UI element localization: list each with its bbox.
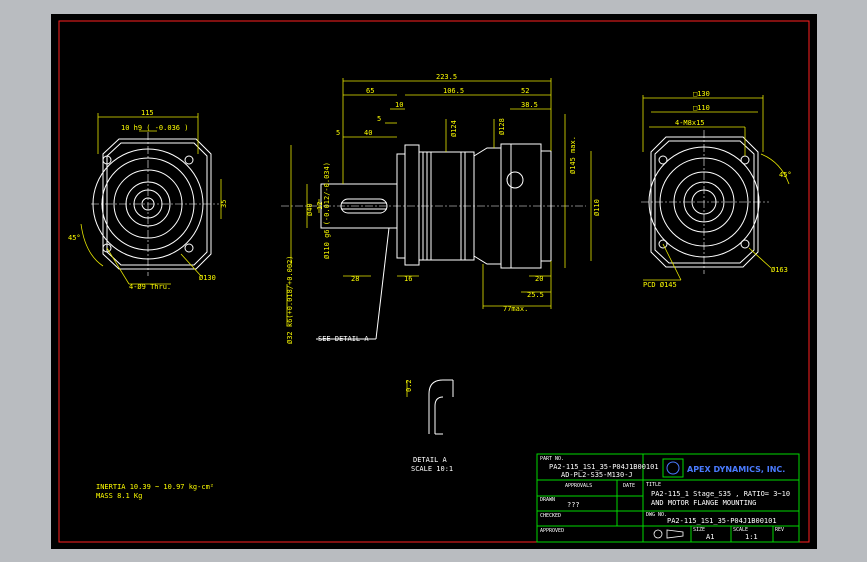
tb-size-label: SIZE bbox=[693, 527, 705, 533]
dim-5b: 5 bbox=[336, 129, 340, 137]
dim-dia-110: Ø110 bbox=[593, 199, 601, 216]
dim-106-5: 106.5 bbox=[443, 87, 464, 95]
dim-45deg-r: 45° bbox=[779, 171, 792, 179]
projection-symbol-icon bbox=[653, 529, 663, 539]
rear-tap-br bbox=[740, 239, 750, 249]
dim-dia-163: Ø163 bbox=[771, 266, 788, 274]
leader-pcd bbox=[662, 243, 682, 281]
projection-cone-icon bbox=[666, 529, 684, 539]
dim-12: 12 bbox=[316, 202, 324, 210]
dim-28: 28 bbox=[351, 275, 359, 283]
tb-part-no-label: PART NO. bbox=[540, 456, 564, 462]
detail-title: DETAIL A bbox=[413, 456, 448, 464]
front-bolt-hole-tr bbox=[184, 155, 194, 165]
dim-10: 10 bbox=[395, 101, 403, 109]
clamp-screw-access bbox=[506, 171, 524, 189]
dim-holes: 4-Ø9 Thru. bbox=[129, 283, 171, 291]
tb-checked: CHECKED bbox=[540, 513, 561, 519]
title-block: PART NO. PA2-115_1S1_35-P04J1B00101 AD-P… bbox=[536, 453, 800, 543]
dim-16: 16 bbox=[404, 275, 412, 283]
tb-rev-label: REV bbox=[775, 527, 784, 533]
mass-note: MASS 8.1 Kg bbox=[96, 492, 142, 500]
dim-dia-128: Ø128 bbox=[498, 118, 506, 135]
detail-profile-inner bbox=[434, 380, 454, 434]
dim-77-max: 77max. bbox=[503, 305, 528, 313]
dim-10-h9: 10 h9 ( -0.036 ) bbox=[121, 124, 188, 132]
detail-leader bbox=[375, 227, 390, 340]
rear-view: □130 □110 4-M8x15 45° Ø163 PCD Ø145 bbox=[641, 90, 792, 289]
inertia-note: INERTIA 10.39 ~ 10.97 kg-cm² bbox=[96, 483, 214, 491]
tb-title-label: TITLE bbox=[646, 482, 661, 488]
dim-65: 65 bbox=[366, 87, 374, 95]
tb-part-no-1: PA2-115_1S1_35-P04J1B00101 bbox=[549, 463, 659, 471]
drawing-viewport[interactable]: 115 10 h9 ( -0.036 ) 35 45° 4-Ø9 Thru. Ø… bbox=[51, 14, 817, 549]
detail-scale: SCALE 10:1 bbox=[411, 465, 453, 473]
application-window: 115 10 h9 ( -0.036 ) 35 45° 4-Ø9 Thru. Ø… bbox=[0, 0, 867, 562]
tb-drawn: DRAWN bbox=[540, 497, 555, 503]
detail-a: 0.2 DETAIL A SCALE 10:1 bbox=[405, 379, 454, 473]
tb-size: A1 bbox=[706, 533, 714, 541]
dim-5: 5 bbox=[377, 115, 381, 123]
dim-pcd: PCD Ø145 bbox=[643, 281, 677, 289]
tb-dwg-no: PA2-115_1S1_35-P04J1B00101 bbox=[667, 517, 777, 525]
dim-20: 20 bbox=[535, 275, 543, 283]
dim-35: 35 bbox=[220, 200, 228, 208]
front-view: 115 10 h9 ( -0.036 ) 35 45° 4-Ø9 Thru. Ø… bbox=[68, 109, 228, 291]
side-view: 223.5 65 106.5 52 38.5 10 5 40 5 Ø124 Ø1… bbox=[281, 73, 601, 344]
dim-dia-40: Ø40 bbox=[306, 203, 314, 216]
dim-40: 40 bbox=[364, 129, 372, 137]
dim-02: 0.2 bbox=[405, 379, 413, 392]
tb-title-2: AND MOTOR FLANGE MOUNTING bbox=[651, 499, 756, 507]
company-logo-icon bbox=[666, 461, 680, 475]
cad-drawing: 115 10 h9 ( -0.036 ) 35 45° 4-Ø9 Thru. Ø… bbox=[58, 20, 810, 543]
dim-dia-110-g6: Ø110 g6 (-0.012/-0.034) bbox=[323, 162, 331, 259]
dim-25-5: 25.5 bbox=[527, 291, 544, 299]
rear-tap-tl bbox=[658, 155, 668, 165]
tb-dwg-label: DWG NO. bbox=[646, 512, 667, 518]
detail-profile bbox=[428, 379, 453, 434]
dim-115: 115 bbox=[141, 109, 154, 117]
leader-holes bbox=[106, 247, 130, 285]
output-flange bbox=[404, 144, 420, 266]
dim-taps: 4-M8x15 bbox=[675, 119, 705, 127]
tb-title-1: PA2-115_1 Stage_S35 , RATIO= 3~10 bbox=[651, 490, 790, 498]
tb-company: APEX DYNAMICS, INC. bbox=[687, 465, 785, 474]
tb-approvals: APPROVALS bbox=[565, 483, 592, 489]
dim-45deg: 45° bbox=[68, 234, 81, 242]
dim-dia-124: Ø124 bbox=[450, 120, 458, 137]
tb-date: DATE bbox=[623, 483, 635, 489]
dim-52: 52 bbox=[521, 87, 529, 95]
tb-drawn-value: ??? bbox=[567, 501, 580, 509]
dim-38-5: 38.5 bbox=[521, 101, 538, 109]
dim-overall: 223.5 bbox=[436, 73, 457, 81]
dim-sq-130: □130 bbox=[693, 90, 710, 98]
dim-dia-32: Ø32 k6(+0.018/+0.002) bbox=[286, 255, 294, 344]
dim-sq-110: □110 bbox=[693, 104, 710, 112]
tb-approved: APPROVED bbox=[540, 528, 564, 534]
front-bolt-hole-br bbox=[184, 243, 194, 253]
dim-dia-145: Ø145 max. bbox=[569, 136, 577, 174]
rear-tap-tr bbox=[740, 155, 750, 165]
dim-dia-130: Ø130 bbox=[199, 274, 216, 282]
tb-part-no-2: AD-PL2-S35-M130-J bbox=[561, 471, 633, 479]
see-detail-label: SEE DETAIL A bbox=[318, 335, 369, 343]
tb-scale: 1:1 bbox=[745, 533, 758, 541]
dim-arc-45r bbox=[760, 153, 790, 185]
